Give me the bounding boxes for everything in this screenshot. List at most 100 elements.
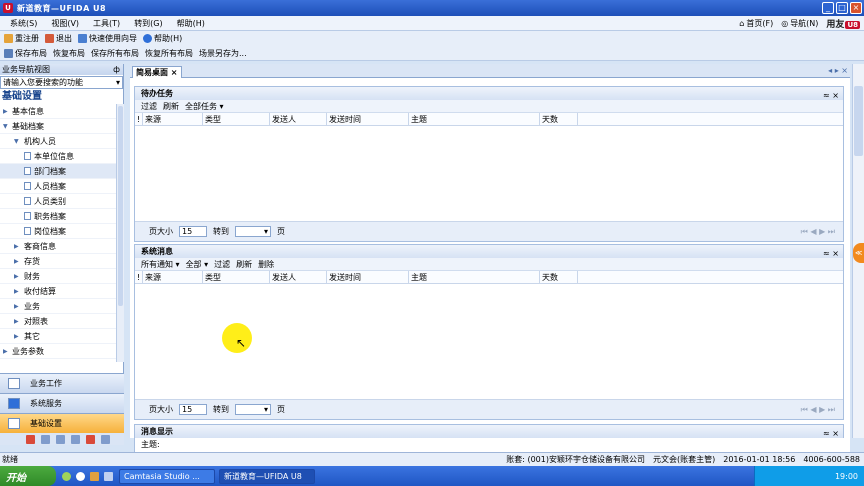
nav-tree-item[interactable]: 职务档案 — [0, 209, 116, 224]
sysmsg-goto-page-select[interactable]: ▾ — [235, 404, 271, 415]
nav-tree-item[interactable]: ▶ 财务 — [0, 269, 116, 284]
sysmsg-all-notices-dropdown[interactable]: 所有通知 ▾ — [141, 259, 180, 270]
todo-panel-controls[interactable]: ≈ × — [823, 89, 839, 102]
save-layout-button[interactable]: 保存布局 — [4, 48, 47, 59]
outlook-basic-settings[interactable]: 基础设置 — [0, 413, 124, 433]
start-button[interactable]: 开始 — [0, 466, 56, 486]
outlook-business-work[interactable]: 业务工作 — [0, 373, 124, 393]
collapse-arrow-icon[interactable]: ▶ — [14, 299, 19, 314]
dropdown-arrow-icon[interactable]: ▾ — [116, 77, 120, 88]
sysmsg-page-nav[interactable]: ⏮ ◀ ▶ ⏭ — [801, 405, 835, 415]
sysmsg-page-size-input[interactable]: 15 — [179, 404, 207, 415]
quicklaunch-icon-2[interactable] — [76, 471, 85, 481]
nav-tree-item[interactable]: ▶ 业务参数 — [0, 344, 116, 359]
mini-doc-icon[interactable] — [101, 434, 110, 444]
mini-flag-icon[interactable] — [86, 434, 95, 444]
mini-list-icon[interactable] — [56, 434, 65, 444]
col-source[interactable]: 来源 — [143, 113, 203, 125]
col-type[interactable]: 类型 — [203, 271, 270, 283]
home-link[interactable]: ⌂ 首页(F) — [739, 18, 773, 29]
expand-arrow-icon[interactable]: ▼ — [14, 134, 19, 149]
function-search-input[interactable]: 请输入您要搜索的功能 ▾ — [0, 76, 123, 89]
collapse-arrow-icon[interactable]: ▶ — [14, 254, 19, 269]
todo-filter-button[interactable]: 过滤 — [141, 101, 157, 112]
col-subject[interactable]: 主题 — [409, 271, 540, 283]
sysmsg-all-dropdown[interactable]: 全部 ▾ — [186, 259, 209, 270]
menu-tools[interactable]: 工具(T) — [93, 18, 120, 29]
mini-red-icon[interactable] — [26, 434, 35, 444]
col-flag[interactable]: ! — [135, 271, 143, 283]
collapse-arrow-icon[interactable]: ▶ — [14, 239, 19, 254]
exit-button[interactable]: 退出 — [45, 33, 72, 44]
todo-goto-page-select[interactable]: ▾ — [235, 226, 271, 237]
sysmsg-panel-controls[interactable]: ≈ × — [823, 247, 839, 260]
mini-table-icon[interactable] — [71, 434, 80, 444]
tab-simple-desktop[interactable]: 简易桌面 × — [132, 66, 182, 78]
sysmsg-refresh-button[interactable]: 刷新 — [236, 259, 252, 270]
collapse-arrow-icon[interactable]: ▶ — [14, 269, 19, 284]
tab-close-icon[interactable]: × — [171, 68, 178, 77]
nav-tree-item[interactable]: ▶ 业务 — [0, 299, 116, 314]
nav-tree-item[interactable]: ▶ 其它 — [0, 329, 116, 344]
side-assistant-badge[interactable]: ≪ — [853, 243, 864, 263]
col-flag[interactable]: ! — [135, 113, 143, 125]
nav-tree-item[interactable]: 部门档案 — [0, 164, 116, 179]
col-subject[interactable]: 主题 — [409, 113, 540, 125]
menu-view[interactable]: 视图(V) — [51, 18, 79, 29]
sysmsg-delete-button[interactable]: 删除 — [258, 259, 274, 270]
collapse-arrow-icon[interactable]: ▶ — [14, 314, 19, 329]
restore-all-layout-button[interactable]: 恢复所有布局 — [145, 48, 193, 59]
nav-tree-item[interactable]: 人员类别 — [0, 194, 116, 209]
save-all-layout-button[interactable]: 保存所有布局 — [91, 48, 139, 59]
nav-tree-item[interactable]: ▶ 基本信息 — [0, 104, 116, 119]
outlook-system-service[interactable]: 系统服务 — [0, 393, 124, 413]
quick-wizard-button[interactable]: 快速使用向导 — [78, 33, 137, 44]
todo-refresh-button[interactable]: 刷新 — [163, 101, 179, 112]
nav-tree-item[interactable]: ▼ 基础档案 — [0, 119, 116, 134]
nav-tree-item[interactable]: 本单位信息 — [0, 149, 116, 164]
expand-arrow-icon[interactable]: ▼ — [3, 119, 8, 134]
restore-layout-button[interactable]: 恢复布局 — [53, 48, 85, 59]
nav-tree-item[interactable]: ▶ 对照表 — [0, 314, 116, 329]
col-days[interactable]: 天数 — [540, 271, 578, 283]
close-button[interactable]: × — [850, 2, 862, 14]
quicklaunch-icon-3[interactable] — [90, 471, 99, 481]
nav-scrollbar[interactable] — [116, 104, 124, 362]
menu-goto[interactable]: 转到(G) — [134, 18, 162, 29]
col-sender[interactable]: 发送人 — [270, 113, 327, 125]
collapse-arrow-icon[interactable]: ▶ — [3, 344, 8, 359]
todo-page-size-input[interactable]: 15 — [179, 226, 207, 237]
tab-scroll-arrows[interactable]: ◂ ▸ × — [828, 66, 848, 75]
nav-tree-item[interactable]: 人员档案 — [0, 179, 116, 194]
col-send-time[interactable]: 发送时间 — [327, 113, 409, 125]
quicklaunch-icon-4[interactable] — [104, 471, 113, 481]
nav-tree-item[interactable]: ▶ 存货 — [0, 254, 116, 269]
collapse-arrow-icon[interactable]: ▶ — [14, 284, 19, 299]
quicklaunch-icon-1[interactable] — [62, 471, 71, 481]
menu-help[interactable]: 帮助(H) — [177, 18, 205, 29]
mini-grid-icon[interactable] — [41, 434, 50, 444]
sysmsg-filter-button[interactable]: 过滤 — [214, 259, 230, 270]
save-scene-as-button[interactable]: 场景另存为... — [199, 48, 247, 59]
nav-tree-item[interactable]: ▶ 客商信息 — [0, 239, 116, 254]
col-send-time[interactable]: 发送时间 — [327, 271, 409, 283]
nav-tree-item[interactable]: ▼ 机构人员 — [0, 134, 116, 149]
col-days[interactable]: 天数 — [540, 113, 578, 125]
col-source[interactable]: 来源 — [143, 271, 203, 283]
relogin-button[interactable]: 重注册 — [4, 33, 39, 44]
nav-tree-item[interactable]: ▶ 收付结算 — [0, 284, 116, 299]
navigate-link[interactable]: ◎ 导航(N) — [781, 18, 818, 29]
col-type[interactable]: 类型 — [203, 113, 270, 125]
todo-page-nav[interactable]: ⏮ ◀ ▶ ⏭ — [801, 227, 835, 237]
col-sender[interactable]: 发送人 — [270, 271, 327, 283]
menu-system[interactable]: 系统(S) — [10, 18, 37, 29]
collapse-arrow-icon[interactable]: ▶ — [3, 104, 8, 119]
nav-tree-item[interactable]: 岗位档案 — [0, 224, 116, 239]
taskbar-camtasia[interactable]: Camtasia Studio ... — [119, 468, 215, 484]
minimize-button[interactable]: _ — [822, 2, 834, 14]
help-button[interactable]: 帮助(H) — [143, 33, 182, 44]
todo-all-tasks-dropdown[interactable]: 全部任务 ▾ — [185, 101, 224, 112]
taskbar-ufida[interactable]: 新道教育—UFIDA U8 — [219, 468, 315, 484]
maximize-button[interactable]: □ — [836, 2, 848, 14]
collapse-arrow-icon[interactable]: ▶ — [14, 329, 19, 344]
